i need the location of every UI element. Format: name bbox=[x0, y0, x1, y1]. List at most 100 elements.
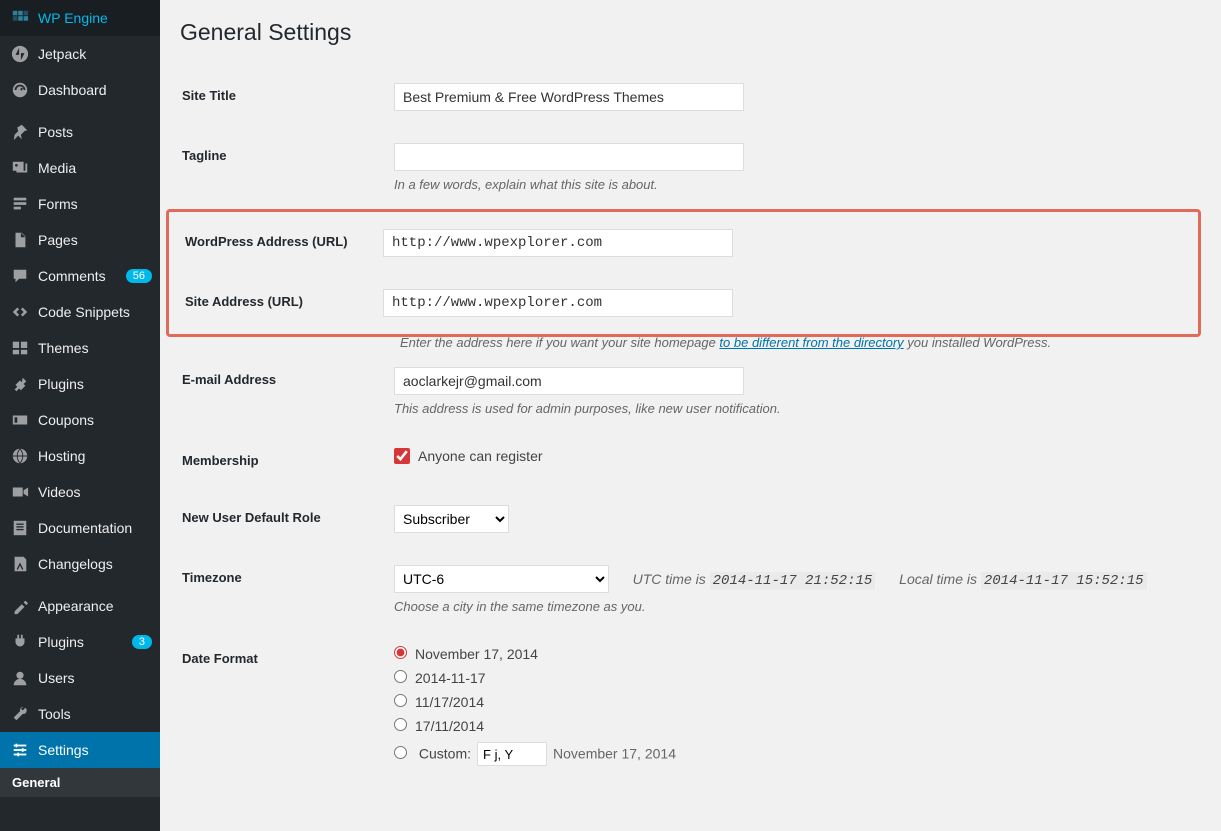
date-format-option[interactable]: November 17, 2014 bbox=[394, 646, 1189, 662]
date-format-option[interactable]: 11/17/2014 bbox=[394, 694, 1189, 710]
date-format-radio[interactable] bbox=[394, 646, 407, 659]
wp-address-label: WordPress Address (URL) bbox=[171, 214, 371, 272]
pages-icon bbox=[10, 230, 30, 250]
membership-checkbox-label[interactable]: Anyone can register bbox=[394, 448, 543, 464]
sidebar-item-label: Themes bbox=[38, 340, 152, 356]
sidebar-item-code-snippets[interactable]: Code Snippets bbox=[0, 294, 160, 330]
tagline-input[interactable] bbox=[394, 143, 744, 171]
sidebar-item-label: Users bbox=[38, 670, 152, 686]
sidebar-item-label: Plugins bbox=[38, 376, 152, 392]
sidebar-item-themes[interactable]: Themes bbox=[0, 330, 160, 366]
sidebar-item-forms[interactable]: Forms bbox=[0, 186, 160, 222]
sidebar-item-label: Hosting bbox=[38, 448, 152, 464]
sidebar-item-label: Settings bbox=[38, 742, 152, 758]
tools-icon bbox=[10, 704, 30, 724]
timezone-label: Timezone bbox=[182, 550, 382, 629]
utc-time-value: 2014-11-17 21:52:15 bbox=[710, 572, 876, 590]
date-format-radio[interactable] bbox=[394, 718, 407, 731]
sidebar-item-changelogs[interactable]: Changelogs bbox=[0, 546, 160, 582]
plugin2-icon bbox=[10, 632, 30, 652]
date-format-option[interactable]: 17/11/2014 bbox=[394, 718, 1189, 734]
sidebar-item-label: Coupons bbox=[38, 412, 152, 428]
sidebar-sub-general[interactable]: General bbox=[0, 768, 160, 797]
page-title: General Settings bbox=[180, 10, 1201, 66]
sidebar-item-users[interactable]: Users bbox=[0, 660, 160, 696]
sidebar-item-hosting[interactable]: Hosting bbox=[0, 438, 160, 474]
site-address-desc-link[interactable]: to be different from the directory bbox=[719, 335, 903, 350]
sidebar-item-label: Forms bbox=[38, 196, 152, 212]
sidebar-item-documentation[interactable]: Documentation bbox=[0, 510, 160, 546]
sidebar-item-comments[interactable]: Comments56 bbox=[0, 258, 160, 294]
sidebar-item-label: WP Engine bbox=[38, 10, 152, 26]
date-format-radio[interactable] bbox=[394, 670, 407, 683]
sidebar-item-label: Media bbox=[38, 160, 152, 176]
tagline-label: Tagline bbox=[182, 128, 382, 207]
sidebar-item-label: Pages bbox=[38, 232, 152, 248]
sidebar-item-label: Videos bbox=[38, 484, 152, 500]
coupons-icon bbox=[10, 410, 30, 430]
date-format-label: Date Format bbox=[182, 631, 382, 789]
sidebar-item-posts[interactable]: Posts bbox=[0, 114, 160, 150]
sidebar-item-videos[interactable]: Videos bbox=[0, 474, 160, 510]
date-format-custom-preview: November 17, 2014 bbox=[553, 746, 676, 762]
local-time-value: 2014-11-17 15:52:15 bbox=[981, 572, 1147, 590]
site-title-input[interactable] bbox=[394, 83, 744, 111]
sidebar-item-label: Posts bbox=[38, 124, 152, 140]
membership-label: Membership bbox=[182, 433, 382, 488]
sidebar-badge: 3 bbox=[132, 635, 152, 649]
wp-address-input[interactable] bbox=[383, 229, 733, 257]
admin-sidebar: WP Engine Jetpack Dashboard Posts Media Forms… bbox=[0, 0, 160, 831]
email-description: This address is used for admin purposes,… bbox=[394, 401, 1189, 416]
site-address-description: Enter the address here if you want your … bbox=[400, 335, 1201, 350]
videos-icon bbox=[10, 482, 30, 502]
sidebar-item-pages[interactable]: Pages bbox=[0, 222, 160, 258]
plugin-icon bbox=[10, 374, 30, 394]
sidebar-item-label: Tools bbox=[38, 706, 152, 722]
jetpack-icon bbox=[10, 44, 30, 64]
hosting-icon bbox=[10, 446, 30, 466]
themes-icon bbox=[10, 338, 30, 358]
pin-icon bbox=[10, 122, 30, 142]
sidebar-item-label: Comments bbox=[38, 268, 122, 284]
sidebar-item-label: Documentation bbox=[38, 520, 152, 536]
sidebar-item-label: Appearance bbox=[38, 598, 152, 614]
sidebar-item-label: Plugins bbox=[38, 634, 128, 650]
email-label: E-mail Address bbox=[182, 352, 382, 431]
dashboard-icon bbox=[10, 80, 30, 100]
sidebar-item-dashboard[interactable]: Dashboard bbox=[0, 72, 160, 108]
grid-icon bbox=[10, 8, 30, 28]
sidebar-submenu: General bbox=[0, 768, 160, 797]
comments-icon bbox=[10, 266, 30, 286]
sidebar-item-appearance[interactable]: Appearance bbox=[0, 588, 160, 624]
default-role-label: New User Default Role bbox=[182, 490, 382, 548]
sidebar-item-coupons[interactable]: Coupons bbox=[0, 402, 160, 438]
sidebar-item-wp-engine[interactable]: WP Engine bbox=[0, 0, 160, 36]
changelogs-icon bbox=[10, 554, 30, 574]
email-input[interactable] bbox=[394, 367, 744, 395]
sidebar-item-plugins[interactable]: Plugins 3 bbox=[0, 624, 160, 660]
default-role-select[interactable]: Subscriber bbox=[394, 505, 509, 533]
url-highlight-box: WordPress Address (URL) Site Address (UR… bbox=[166, 209, 1201, 337]
site-address-input[interactable] bbox=[383, 289, 733, 317]
sidebar-item-label: Changelogs bbox=[38, 556, 152, 572]
date-format-custom[interactable]: Custom:November 17, 2014 bbox=[394, 742, 1189, 766]
site-title-label: Site Title bbox=[182, 68, 382, 126]
sidebar-item-label: Dashboard bbox=[38, 82, 152, 98]
timezone-select[interactable]: UTC-6 bbox=[394, 565, 609, 593]
date-format-radio-custom[interactable] bbox=[394, 746, 407, 759]
settings-icon bbox=[10, 740, 30, 760]
date-format-radio[interactable] bbox=[394, 694, 407, 707]
sidebar-item-plugins[interactable]: Plugins bbox=[0, 366, 160, 402]
date-format-custom-input[interactable] bbox=[477, 742, 547, 766]
sidebar-item-settings[interactable]: Settings bbox=[0, 732, 160, 768]
date-format-option[interactable]: 2014-11-17 bbox=[394, 670, 1189, 686]
sidebar-item-tools[interactable]: Tools bbox=[0, 696, 160, 732]
sidebar-item-jetpack[interactable]: Jetpack bbox=[0, 36, 160, 72]
media-icon bbox=[10, 158, 30, 178]
site-address-label: Site Address (URL) bbox=[171, 274, 371, 332]
local-time-label: Local time is bbox=[899, 571, 977, 587]
code-icon bbox=[10, 302, 30, 322]
docs-icon bbox=[10, 518, 30, 538]
membership-checkbox[interactable] bbox=[394, 448, 410, 464]
sidebar-item-media[interactable]: Media bbox=[0, 150, 160, 186]
